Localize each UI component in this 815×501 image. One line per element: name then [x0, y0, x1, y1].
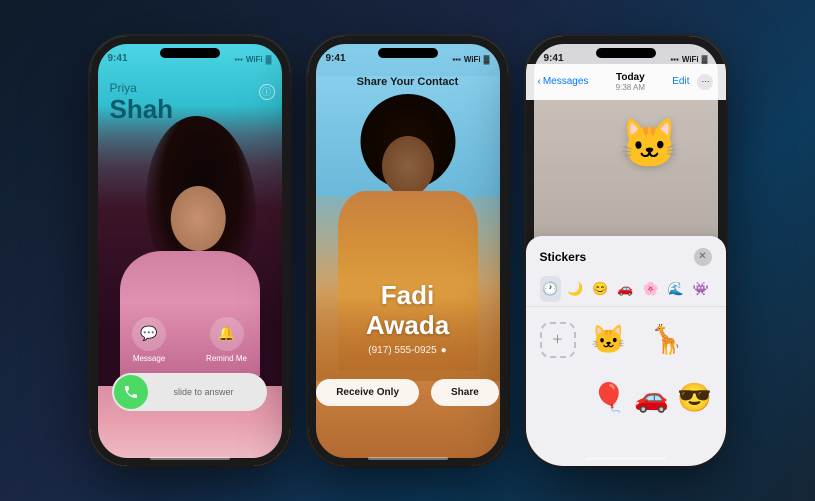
sticker-tab-alien[interactable]: 👾: [690, 276, 711, 302]
phone-1-background: 9:41 ▪▪▪ WiFi ▓ Priya Shah ⓘ: [90, 36, 290, 466]
more-button[interactable]: ···: [697, 74, 713, 90]
call-buttons-row: 💬 Message 🔔 Remind Me: [132, 317, 247, 363]
contact-phone-number: (917) 555-0925 ●: [308, 345, 508, 356]
wifi-icon: WiFi: [246, 55, 263, 64]
message-button[interactable]: 💬 Message: [132, 317, 166, 363]
message-label: Message: [133, 354, 165, 363]
stickers-row-1: + 🐱 🦒: [526, 307, 726, 369]
sticker-tab-recent[interactable]: 🕐: [540, 276, 561, 302]
phone-1-wrapper: 9:41 ▪▪▪ WiFi ▓ Priya Shah ⓘ: [90, 36, 290, 466]
status-time-2: 9:41: [326, 53, 346, 64]
call-actions: 💬 Message 🔔 Remind Me slide to answer: [90, 317, 290, 411]
phone-icon: [123, 384, 139, 400]
sticker-balloon[interactable]: 🎈: [592, 373, 627, 423]
battery-icon-2: ▓: [484, 55, 490, 64]
back-chevron-icon: ‹: [538, 76, 541, 87]
add-sticker-button[interactable]: +: [540, 322, 576, 358]
remind-icon: 🔔: [210, 317, 244, 351]
stickers-panel: Stickers ✕ 🕐 🌙 😊 🚗 🌸 🌊 👾: [526, 236, 726, 466]
slide-to-answer[interactable]: slide to answer: [112, 373, 267, 411]
dynamic-island-2: [378, 48, 438, 58]
status-icons-3: ▪▪▪ WiFi ▓: [670, 55, 707, 64]
share-button[interactable]: Share: [431, 379, 499, 406]
phone-1: 9:41 ▪▪▪ WiFi ▓ Priya Shah ⓘ: [90, 36, 290, 466]
sticker-tab-emoji[interactable]: 😊: [590, 276, 611, 302]
status-time-1: 9:41: [108, 53, 128, 64]
contact-name-area: Fadi Awada (917) 555-0925 ●: [308, 281, 508, 356]
header-actions: Edit ···: [672, 74, 713, 90]
info-icon[interactable]: ⓘ: [259, 84, 275, 100]
battery-icon: ▓: [266, 55, 272, 64]
date-label: Today: [616, 72, 645, 83]
signal-icon-2: ▪▪▪: [452, 55, 461, 64]
home-indicator-1: [150, 457, 230, 460]
remind-label: Remind Me: [206, 354, 247, 363]
phone-2: 9:41 ▪▪▪ WiFi ▓ Share Your Contact: [308, 36, 508, 466]
sticker-tab-moon[interactable]: 🌙: [565, 276, 586, 302]
status-time-3: 9:41: [544, 53, 564, 64]
face-1: [170, 186, 225, 251]
home-indicator-3: [586, 457, 666, 460]
phone-3: 9:41 ▪▪▪ WiFi ▓ ‹ Messages Today 9:38 AM: [526, 36, 726, 466]
battery-icon-3: ▓: [702, 55, 708, 64]
stickers-close-button[interactable]: ✕: [694, 248, 712, 266]
stickers-tabs: 🕐 🌙 😊 🚗 🌸 🌊 👾: [526, 272, 726, 307]
conversation-info: Today 9:38 AM: [616, 72, 645, 92]
sticker-cat[interactable]: 🐱: [584, 315, 634, 365]
dynamic-island: [160, 48, 220, 58]
remind-me-button[interactable]: 🔔 Remind Me: [206, 317, 247, 363]
back-label: Messages: [543, 76, 589, 87]
share-buttons-row: Receive Only Share: [308, 379, 508, 406]
wifi-icon-2: WiFi: [464, 55, 481, 64]
edit-button[interactable]: Edit: [672, 76, 689, 87]
status-icons-2: ▪▪▪ WiFi ▓: [452, 55, 489, 64]
signal-icon: ▪▪▪: [234, 55, 243, 64]
back-button[interactable]: ‹ Messages: [538, 76, 589, 87]
sticker-tab-flower[interactable]: 🌸: [640, 276, 661, 302]
sticker-red-car[interactable]: 🚗: [634, 373, 669, 423]
phone-3-wrapper: 9:41 ▪▪▪ WiFi ▓ ‹ Messages Today 9:38 AM: [526, 36, 726, 466]
more-icon: ···: [701, 77, 709, 86]
face-2: [382, 136, 434, 196]
status-icons-1: ▪▪▪ WiFi ▓: [234, 55, 271, 64]
phone-2-background: 9:41 ▪▪▪ WiFi ▓ Share Your Contact: [308, 36, 508, 466]
slide-text: slide to answer: [148, 387, 267, 397]
share-contact-header: Share Your Contact: [308, 76, 508, 88]
phone-3-background: 9:41 ▪▪▪ WiFi ▓ ‹ Messages Today 9:38 AM: [526, 36, 726, 466]
close-icon: ✕: [698, 251, 706, 262]
dynamic-island-3: [596, 48, 656, 58]
sticker-tab-wave[interactable]: 🌊: [665, 276, 686, 302]
wifi-icon-3: WiFi: [682, 55, 699, 64]
cat-emoji: 🐱: [620, 115, 680, 172]
conversation-time: 9:38 AM: [616, 83, 645, 92]
messages-header: ‹ Messages Today 9:38 AM Edit ···: [526, 64, 726, 100]
sticker-tab-car[interactable]: 🚗: [615, 276, 636, 302]
home-indicator-2: [368, 457, 448, 460]
answer-phone-icon: [114, 375, 148, 409]
phone-circle-icon: ●: [441, 345, 447, 356]
contact-first-name: Fadi: [308, 281, 508, 311]
stickers-row-2: 🎈 🚗 😎: [526, 369, 726, 427]
stickers-header: Stickers ✕: [526, 236, 726, 272]
receive-only-button[interactable]: Receive Only: [316, 379, 419, 406]
sticker-giraffe[interactable]: 🦒: [642, 315, 692, 365]
message-icon: 💬: [132, 317, 166, 351]
contact-last-name: Awada: [308, 311, 508, 341]
phone-2-wrapper: 9:41 ▪▪▪ WiFi ▓ Share Your Contact: [308, 36, 508, 466]
stickers-title: Stickers: [540, 250, 587, 264]
signal-icon-3: ▪▪▪: [670, 55, 679, 64]
sticker-cool-cat[interactable]: 😎: [677, 373, 712, 423]
